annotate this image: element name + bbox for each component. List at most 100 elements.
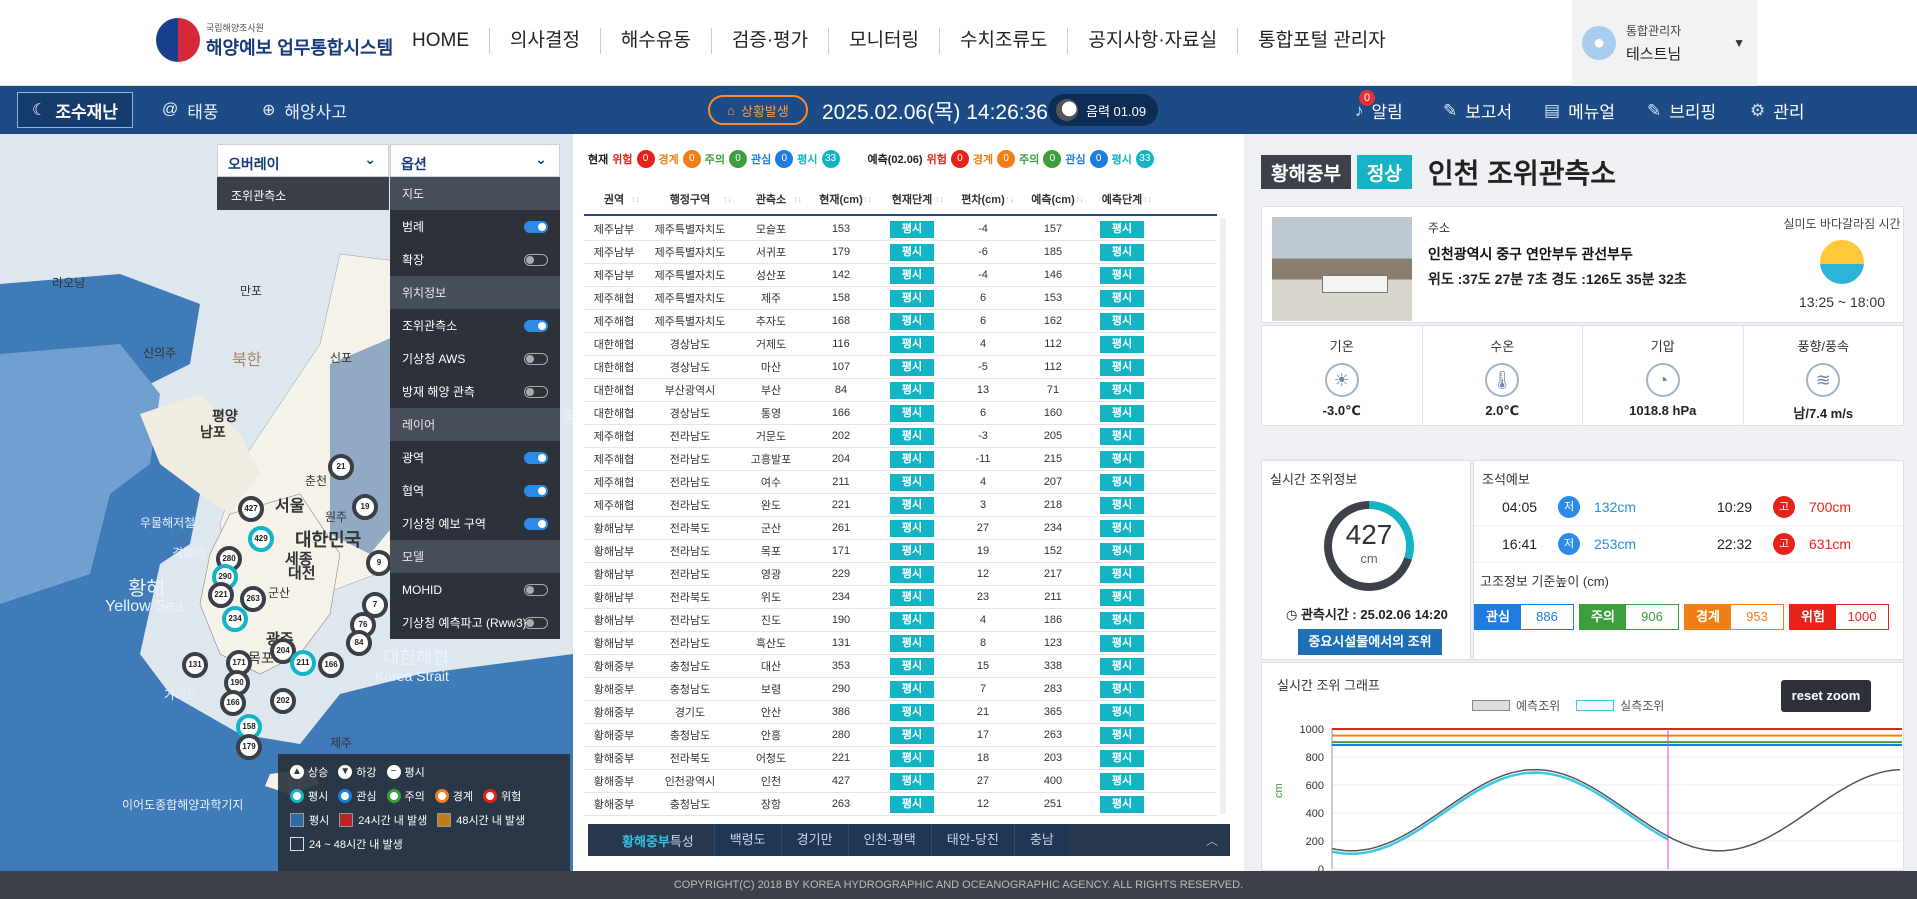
station-marker[interactable]: 211	[290, 650, 316, 676]
column-header[interactable]: 편차(cm)	[948, 184, 1018, 214]
table-row[interactable]: 제주남부 제주특별자치도 서귀포 179 평시 -6 185 평시	[584, 241, 1217, 264]
column-header[interactable]: 예측(cm)	[1018, 184, 1088, 214]
table-row[interactable]: 황해남부 전라남도 흑산도 131 평시 8 123 평시	[584, 632, 1217, 655]
region-tab[interactable]: 충남	[1013, 824, 1069, 856]
situation-alert-button[interactable]: ⌂ 상황발생	[708, 95, 808, 125]
table-row[interactable]: 대한해협 부산광역시 부산 84 평시 13 71 평시	[584, 379, 1217, 402]
overlay-dropdown[interactable]: 오버레이 ⌄	[217, 144, 389, 177]
alarm-button[interactable]: ♪ 알림	[1355, 98, 1403, 123]
region-tab[interactable]: 태안-당진	[930, 824, 1014, 856]
station-marker[interactable]: 263	[240, 586, 266, 612]
option-item[interactable]: 협역	[390, 474, 560, 507]
table-scrollbar[interactable]	[1220, 218, 1226, 814]
table-row[interactable]: 황해중부 충청남도 보령 290 평시 7 283 평시	[584, 678, 1217, 701]
option-item[interactable]: 기상청 AWS	[390, 342, 560, 375]
station-marker[interactable]: 166	[318, 652, 344, 678]
gnav-portal-admin[interactable]: 통합포털 관리자	[1237, 28, 1406, 54]
column-header[interactable]: 예측단계	[1088, 184, 1156, 214]
toggle-switch[interactable]	[524, 584, 548, 596]
region-tab[interactable]: 백령도	[713, 824, 781, 856]
toggle-switch[interactable]	[524, 485, 548, 497]
option-item[interactable]: 기상청 예보 구역	[390, 507, 560, 540]
toggle-switch[interactable]	[524, 320, 548, 332]
station-marker[interactable]: 166	[220, 690, 246, 716]
table-row[interactable]: 대한해협 경상남도 마산 107 평시 -5 112 평시	[584, 356, 1217, 379]
station-marker[interactable]: 202	[270, 688, 296, 714]
gnav-home[interactable]: HOME	[392, 28, 489, 54]
admin-button[interactable]: ⚙ 관리	[1750, 98, 1805, 123]
toggle-switch[interactable]	[524, 452, 548, 464]
table-row[interactable]: 황해남부 전라남도 영광 229 평시 12 217 평시	[584, 563, 1217, 586]
option-item[interactable]: 확장	[390, 243, 560, 276]
station-marker[interactable]: 427	[238, 496, 264, 522]
region-tab[interactable]: 인천-평택	[847, 824, 931, 856]
map-panel[interactable]: 라오닝 만포 신의주 북한 신포 평양 남포 서울 춘천 원주 대한민국 세종 …	[0, 134, 573, 871]
tab-marine-accident[interactable]: ⊕ 해양사고	[248, 92, 361, 128]
facility-tide-button[interactable]: 중요시설물에서의 조위	[1298, 629, 1442, 655]
table-row[interactable]: 제주남부 제주특별자치도 모슬포 153 평시 -4 157 평시	[584, 218, 1217, 241]
toggle-switch[interactable]	[524, 254, 548, 266]
table-row[interactable]: 황해중부 충청남도 대산 353 평시 15 338 평시	[584, 655, 1217, 678]
option-item[interactable]: 방재 해양 관측	[390, 375, 560, 408]
overlay-item-tide-station[interactable]: 조위관측소	[217, 177, 389, 210]
tab-typhoon[interactable]: @ 태풍	[148, 92, 233, 128]
chevron-up-icon[interactable]: ︿	[1206, 832, 1218, 849]
table-row[interactable]: 황해남부 전라북도 위도 234 평시 23 211 평시	[584, 586, 1217, 609]
column-header[interactable]: 현재(cm)	[806, 184, 876, 214]
table-row[interactable]: 황해중부 충청남도 안흥 280 평시 17 263 평시	[584, 724, 1217, 747]
table-row[interactable]: 제주해협 제주특별자치도 제주 158 평시 6 153 평시	[584, 287, 1217, 310]
column-header[interactable]: 현재단계	[876, 184, 948, 214]
table-row[interactable]: 황해남부 전라남도 목포 171 평시 19 152 평시	[584, 540, 1217, 563]
table-row[interactable]: 대한해협 경상남도 통영 166 평시 6 160 평시	[584, 402, 1217, 425]
toggle-switch[interactable]	[524, 386, 548, 398]
station-marker[interactable]: 21	[328, 454, 354, 480]
report-button[interactable]: ✎ 보고서	[1443, 98, 1512, 123]
table-row[interactable]: 제주남부 제주특별자치도 성산포 142 평시 -4 146 평시	[584, 264, 1217, 287]
table-row[interactable]: 제주해협 전라남도 여수 211 평시 4 207 평시	[584, 471, 1217, 494]
option-item[interactable]: 기상청 예측파고 (Rww3)	[390, 606, 560, 639]
table-row[interactable]: 제주해협 전라남도 완도 221 평시 3 218 평시	[584, 494, 1217, 517]
gnav-verification[interactable]: 검증·평가	[710, 28, 828, 54]
gnav-decision[interactable]: 의사결정	[489, 28, 600, 54]
table-row[interactable]: 황해중부 전라북도 어청도 221 평시 18 203 평시	[584, 747, 1217, 770]
toggle-switch[interactable]	[524, 221, 548, 233]
option-dropdown[interactable]: 옵션 ⌄	[390, 144, 560, 177]
station-marker[interactable]: 9	[366, 550, 392, 576]
caret-down-icon[interactable]: ▼	[1733, 36, 1745, 50]
column-header[interactable]: 권역	[584, 184, 644, 214]
table-row[interactable]: 황해중부 충청남도 장항 263 평시 12 251 평시	[584, 793, 1217, 816]
option-item[interactable]: 광역	[390, 441, 560, 474]
table-row[interactable]: 황해중부 인천광역시 인천 427 평시 27 400 평시	[584, 770, 1217, 793]
table-row[interactable]: 제주해협 전라남도 고흥발포 204 평시 -11 215 평시	[584, 448, 1217, 471]
gnav-currents[interactable]: 해수유동	[599, 28, 711, 54]
region-tab[interactable]: 경기만	[780, 824, 848, 856]
toggle-switch[interactable]	[524, 353, 548, 365]
table-row[interactable]: 황해남부 전라북도 군산 261 평시 27 234 평시	[584, 517, 1217, 540]
toggle-switch[interactable]	[524, 518, 548, 530]
manual-button[interactable]: ▤ 메뉴얼	[1544, 98, 1615, 123]
station-marker[interactable]: 84	[346, 630, 372, 656]
station-marker[interactable]: 221	[208, 582, 234, 608]
gnav-notices[interactable]: 공지사항·자료실	[1067, 28, 1237, 54]
table-row[interactable]: 황해남부 전라남도 진도 190 평시 4 186 평시	[584, 609, 1217, 632]
tab-tide-disaster[interactable]: ☾ 조수재난	[17, 92, 133, 128]
briefing-button[interactable]: ✎ 브리핑	[1647, 98, 1716, 123]
table-row[interactable]: 제주해협 전라남도 거문도 202 평시 -3 205 평시	[584, 425, 1217, 448]
option-item[interactable]: MOHID	[390, 573, 560, 606]
gnav-monitoring[interactable]: 모니터링	[828, 28, 939, 54]
station-marker[interactable]: 234	[222, 606, 248, 632]
table-row[interactable]: 제주해협 제주특별자치도 추자도 168 평시 6 162 평시	[584, 310, 1217, 333]
station-marker[interactable]: 131	[182, 652, 208, 678]
station-marker[interactable]: 179	[236, 734, 262, 760]
station-marker[interactable]: 7	[362, 592, 388, 618]
column-header[interactable]: 관측소	[736, 184, 806, 214]
option-item[interactable]: 조위관측소	[390, 309, 560, 342]
station-marker[interactable]: 429	[248, 526, 274, 552]
user-menu[interactable]: ● 통합관리자 테스트님 ▼	[1572, 0, 1757, 86]
option-item[interactable]: 범례	[390, 210, 560, 243]
table-row[interactable]: 대한해협 경상남도 거제도 116 평시 4 112 평시	[584, 333, 1217, 356]
tide-chart[interactable]: 10008006004002000cm	[1262, 663, 1905, 872]
brand-logo[interactable]: 국립해양조사원 해양예보 업무통합시스템	[156, 18, 393, 62]
table-row[interactable]: 황해중부 경기도 안산 386 평시 21 365 평시	[584, 701, 1217, 724]
toggle-switch[interactable]	[524, 617, 548, 629]
